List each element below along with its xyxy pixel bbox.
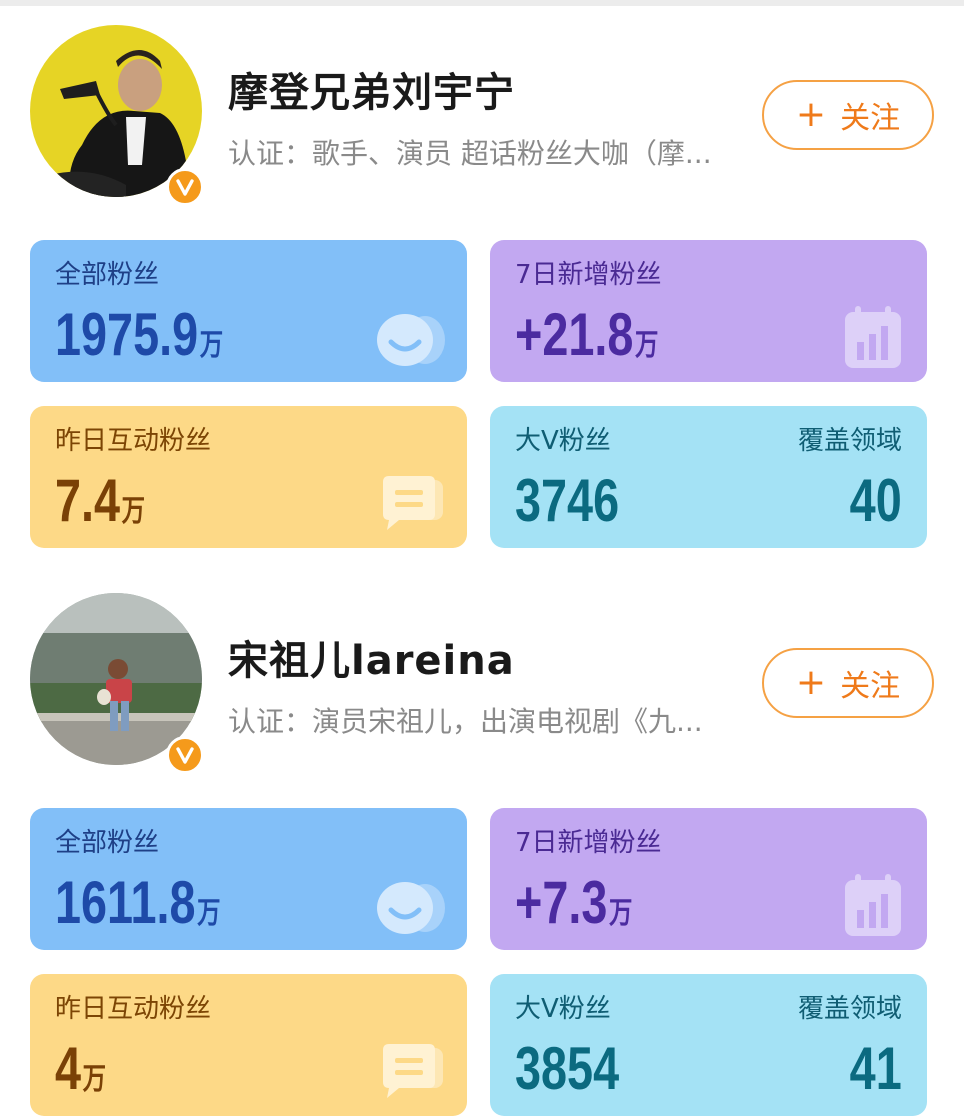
fans-people-icon: [373, 870, 449, 940]
unit: 万: [121, 495, 146, 528]
profile-name[interactable]: 摩登兄弟刘宇宁: [228, 60, 515, 118]
coverage-value: 40: [849, 467, 902, 534]
unit: 万: [82, 1063, 106, 1096]
new-fans-value: +7.3万: [515, 869, 633, 936]
interactive-fans-value: 7.4万: [55, 467, 146, 534]
profile-card: 摩登兄弟刘宇宁 认证：歌手、演员 超话粉丝大咖（摩... + 关注 全部粉丝 1…: [0, 0, 964, 550]
new-fans-label: 7日新增粉丝: [515, 828, 662, 858]
interactive-fans-card[interactable]: 昨日互动粉丝 4万: [30, 974, 467, 1116]
bigv-fans-label: 大V粉丝: [515, 994, 611, 1024]
chat-bubble-icon: [373, 1036, 449, 1106]
profile-certification: 认证：歌手、演员 超话粉丝大咖（摩...: [228, 137, 712, 170]
follow-label: 关注: [840, 101, 901, 136]
unit: 万: [608, 897, 633, 930]
new-fans-label: 7日新增粉丝: [515, 260, 662, 290]
bigv-fans-value: 3746: [515, 467, 620, 534]
bigv-fans-card[interactable]: 大V粉丝 3854 覆盖领域 41: [490, 974, 927, 1116]
profile-card: 宋祖儿lareina 认证：演员宋祖儿，出演电视剧《九... + 关注 全部粉丝…: [0, 568, 964, 1118]
total-fans-value: 1611.8万: [55, 869, 221, 936]
unit: 万: [197, 897, 221, 930]
profile-certification: 认证：演员宋祖儿，出演电视剧《九...: [228, 705, 703, 738]
coverage-label: 覆盖领域: [797, 426, 902, 456]
verified-v-icon: [166, 736, 204, 774]
bigv-fans-value: 3854: [515, 1035, 620, 1102]
unit: 万: [634, 329, 659, 362]
chat-bubble-icon: [373, 468, 449, 538]
plus-icon: +: [795, 94, 827, 135]
new-fans-card[interactable]: 7日新增粉丝 +21.8万: [490, 240, 927, 382]
interactive-fans-label: 昨日互动粉丝: [55, 426, 212, 456]
unit: 万: [199, 329, 224, 362]
coverage-label: 覆盖领域: [797, 994, 902, 1024]
new-fans-value: +21.8万: [515, 301, 659, 368]
verified-v-icon: [166, 168, 204, 206]
bigv-fans-label: 大V粉丝: [515, 426, 611, 456]
interactive-fans-card[interactable]: 昨日互动粉丝 7.4万: [30, 406, 467, 548]
total-fans-label: 全部粉丝: [55, 260, 160, 290]
follow-label: 关注: [840, 669, 901, 704]
profile-name[interactable]: 宋祖儿lareina: [228, 628, 515, 686]
interactive-fans-value: 4万: [55, 1035, 106, 1102]
coverage-value: 41: [849, 1035, 902, 1102]
follow-button[interactable]: + 关注: [762, 80, 934, 150]
fans-people-icon: [373, 302, 449, 372]
calendar-chart-icon: [833, 870, 909, 940]
total-fans-label: 全部粉丝: [55, 828, 160, 858]
interactive-fans-label: 昨日互动粉丝: [55, 994, 212, 1024]
total-fans-card[interactable]: 全部粉丝 1975.9万: [30, 240, 467, 382]
calendar-chart-icon: [833, 302, 909, 372]
bigv-fans-card[interactable]: 大V粉丝 3746 覆盖领域 40: [490, 406, 927, 548]
new-fans-card[interactable]: 7日新增粉丝 +7.3万: [490, 808, 927, 950]
total-fans-value: 1975.9万: [55, 301, 224, 368]
follow-button[interactable]: + 关注: [762, 648, 934, 718]
plus-icon: +: [795, 662, 827, 703]
total-fans-card[interactable]: 全部粉丝 1611.8万: [30, 808, 467, 950]
